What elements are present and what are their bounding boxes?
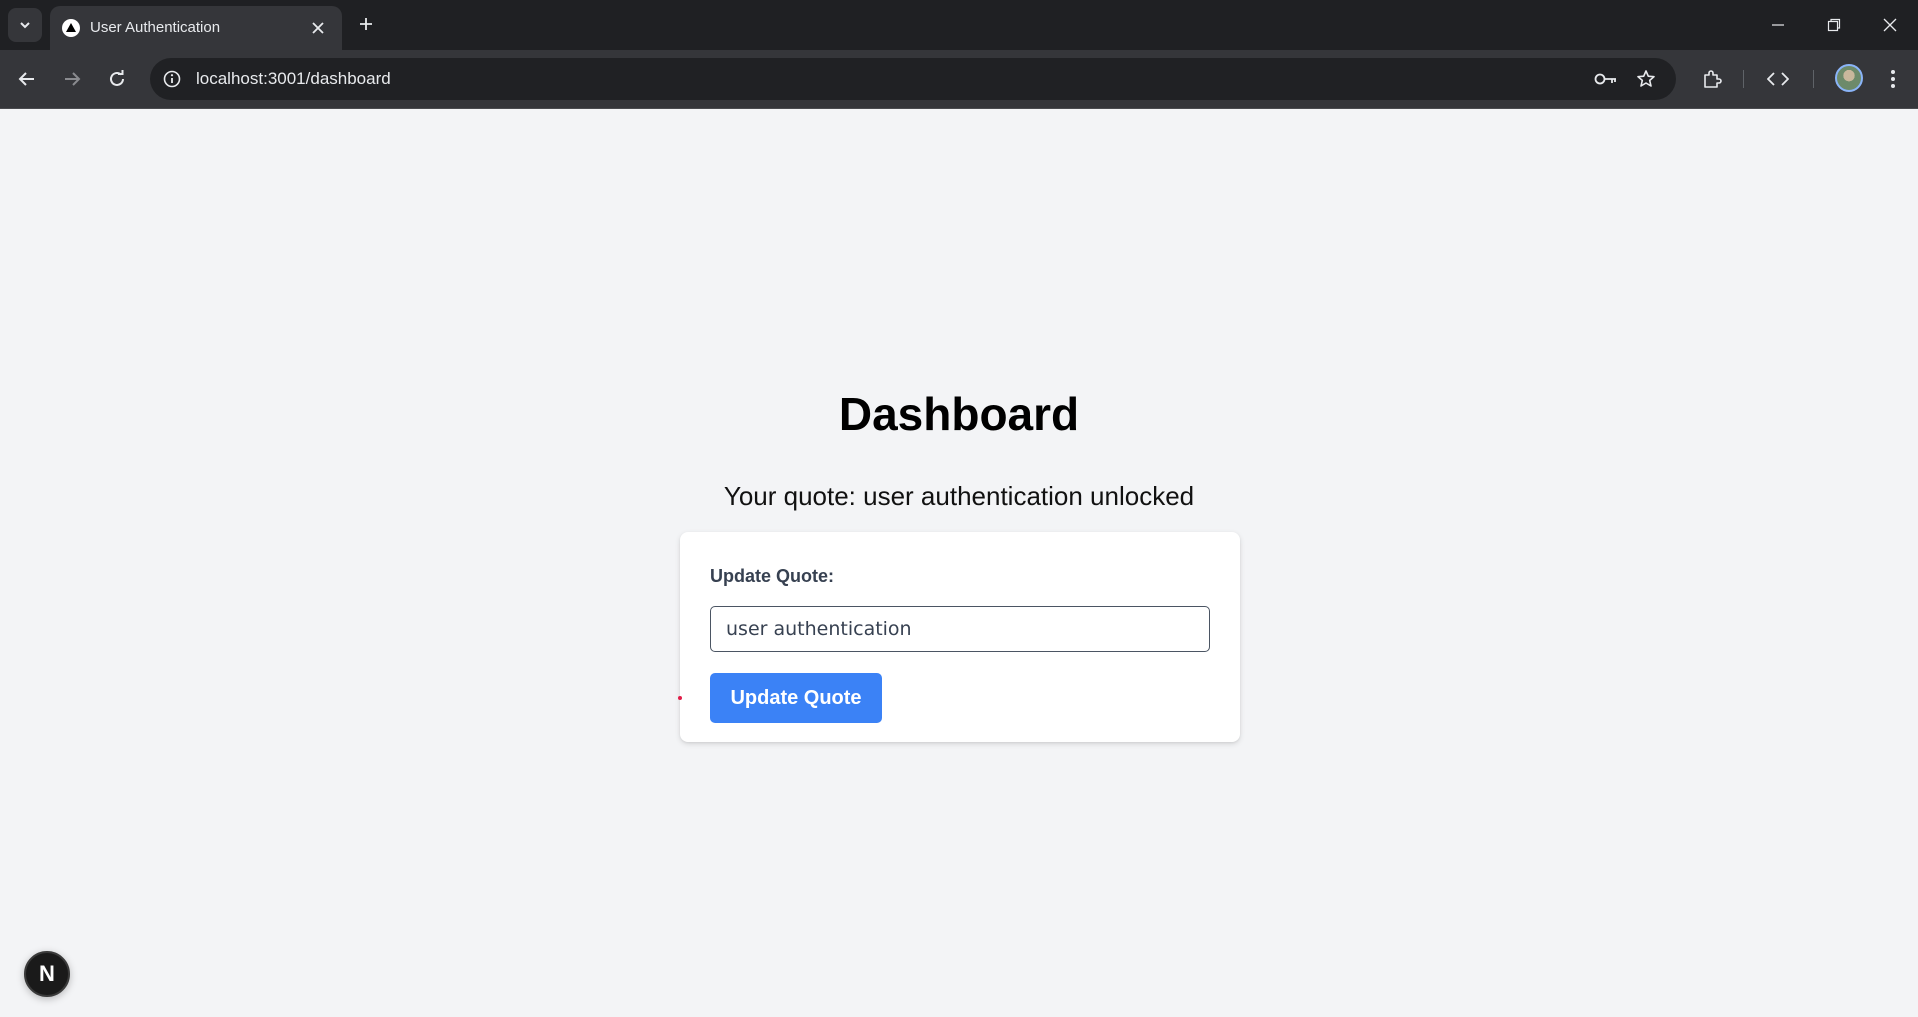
plus-icon <box>358 16 374 32</box>
page-content: Dashboard Your quote: user authenticatio… <box>0 109 1918 1017</box>
address-bar[interactable]: localhost:3001/dashboard <box>150 58 1676 100</box>
reload-button[interactable] <box>100 62 134 96</box>
quote-input[interactable] <box>710 606 1210 652</box>
next-logo-icon: N <box>39 961 55 986</box>
dev-tools-badge[interactable]: N <box>24 951 70 997</box>
star-icon[interactable] <box>1634 67 1658 91</box>
update-quote-card: Update Quote: Update Quote <box>680 532 1240 742</box>
minimize-button[interactable] <box>1750 0 1806 50</box>
toolbar-divider <box>1743 70 1744 88</box>
restore-icon <box>1827 18 1841 32</box>
browser-toolbar: localhost:3001/dashboard <box>0 50 1918 108</box>
update-quote-label: Update Quote: <box>710 566 834 586</box>
arrow-left-icon <box>18 70 36 88</box>
info-icon[interactable] <box>160 67 184 91</box>
code-icon <box>1767 71 1789 87</box>
new-tab-button[interactable] <box>352 10 380 38</box>
avatar[interactable] <box>1835 64 1863 92</box>
url-text[interactable]: localhost:3001/dashboard <box>196 69 391 89</box>
tab-title: User Authentication <box>90 19 221 36</box>
toolbar-divider <box>1813 70 1814 88</box>
arrow-right-icon <box>63 70 81 88</box>
back-button[interactable] <box>10 62 44 96</box>
devtools-button[interactable] <box>1761 62 1795 96</box>
extensions-button[interactable] <box>1695 62 1729 96</box>
page-title: Dashboard <box>838 388 1080 440</box>
minimize-icon <box>1771 18 1785 32</box>
tab-active[interactable]: User Authentication <box>50 6 342 50</box>
reload-icon <box>108 70 126 88</box>
kebab-menu-icon <box>1890 69 1896 89</box>
chevron-down-icon <box>18 18 32 32</box>
restore-button[interactable] <box>1806 0 1862 50</box>
tab-search-button[interactable] <box>8 8 42 42</box>
forward-button[interactable] <box>55 62 89 96</box>
current-quote-text: Your quote: user authentication unlocked <box>723 481 1195 511</box>
cursor-marker <box>678 696 682 700</box>
puzzle-icon <box>1702 69 1722 89</box>
close-icon <box>1883 18 1897 32</box>
triangle-icon <box>62 19 80 37</box>
close-icon[interactable] <box>306 16 330 40</box>
tab-strip: User Authentication <box>0 0 1918 50</box>
key-icon[interactable] <box>1594 67 1618 91</box>
browser-menu-button[interactable] <box>1876 62 1910 96</box>
update-quote-button[interactable]: Update Quote <box>710 673 882 723</box>
close-window-button[interactable] <box>1862 0 1918 50</box>
